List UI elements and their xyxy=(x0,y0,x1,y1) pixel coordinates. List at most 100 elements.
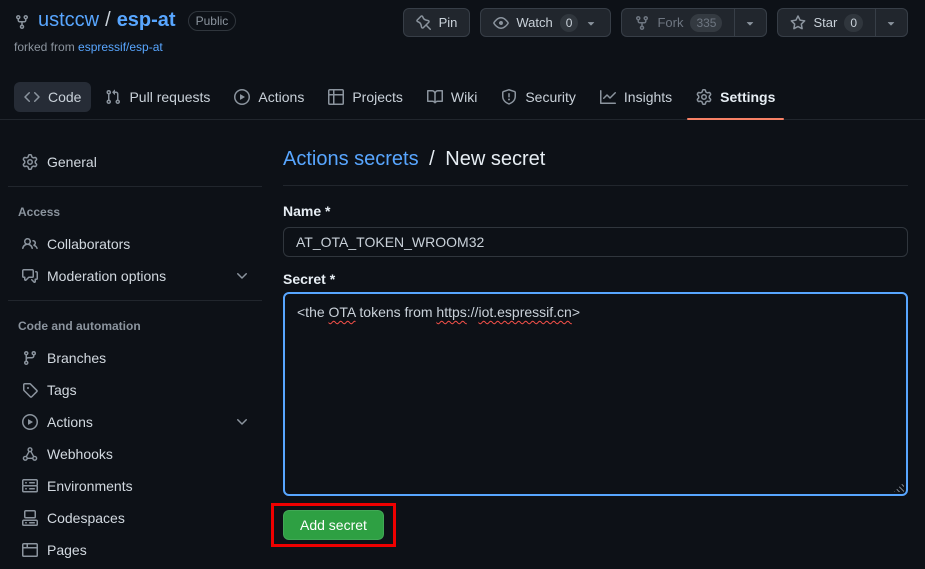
watch-count-badge: 0 xyxy=(560,14,579,32)
play-circle-icon xyxy=(22,414,38,430)
tab-settings[interactable]: Settings xyxy=(686,82,785,112)
tab-wiki[interactable]: Wiki xyxy=(417,82,487,112)
sidebar-item-label: Branches xyxy=(47,350,106,366)
repo-forked-icon xyxy=(14,14,30,30)
play-circle-icon xyxy=(234,89,250,105)
tab-label: Wiki xyxy=(451,89,477,105)
code-icon xyxy=(24,89,40,105)
secret-field-label: Secret * xyxy=(283,271,908,287)
repo-action-buttons: Pin Watch 0 Fork 335 xyxy=(403,8,908,37)
secret-text: :// xyxy=(467,304,479,320)
sidebar-item-actions[interactable]: Actions xyxy=(0,406,270,438)
repo-name-link[interactable]: esp-at xyxy=(117,9,176,32)
forked-from: forked from espressif/esp-at xyxy=(14,40,163,54)
sidebar-item-label: Pages xyxy=(47,542,87,558)
repo-forked-icon xyxy=(634,15,650,31)
forked-from-text: forked from xyxy=(14,40,75,54)
sidebar-item-label: Codespaces xyxy=(47,510,125,526)
sidebar-item-label: General xyxy=(47,154,97,170)
sidebar-item-collaborators[interactable]: Collaborators xyxy=(0,228,270,260)
secret-value-textarea[interactable]: <the OTA tokens from https://iot.espress… xyxy=(283,292,908,496)
tab-code[interactable]: Code xyxy=(14,82,91,112)
pin-button-label: Pin xyxy=(439,15,458,30)
tab-label: Projects xyxy=(352,89,403,105)
comment-discussion-icon xyxy=(22,268,38,284)
pin-button[interactable]: Pin xyxy=(403,8,471,37)
star-count-badge: 0 xyxy=(844,14,863,32)
actions-secrets-link[interactable]: Actions secrets xyxy=(283,148,419,170)
tab-projects[interactable]: Projects xyxy=(318,82,413,112)
tab-actions[interactable]: Actions xyxy=(224,82,314,112)
gear-icon xyxy=(696,89,712,105)
add-secret-button[interactable]: Add secret xyxy=(283,510,384,540)
repo-separator: / xyxy=(105,9,111,32)
eye-icon xyxy=(493,15,509,31)
secret-text: <the xyxy=(297,304,329,320)
projects-table-icon xyxy=(328,89,344,105)
content-divider xyxy=(283,185,908,186)
sidebar-item-branches[interactable]: Branches xyxy=(0,342,270,374)
shield-icon xyxy=(501,89,517,105)
fork-split-button: Fork 335 xyxy=(621,8,767,37)
sidebar-item-pages[interactable]: Pages xyxy=(0,534,270,566)
settings-sidebar: General Access Collaborators Moderation … xyxy=(0,120,270,569)
sidebar-item-label: Actions xyxy=(47,414,93,430)
repo-owner-link[interactable]: ustccw xyxy=(38,9,99,32)
repo-header: ustccw / esp-at Public forked from espre… xyxy=(0,0,925,74)
visibility-badge: Public xyxy=(188,11,237,31)
repo-title-row: ustccw / esp-at Public xyxy=(14,9,236,32)
people-icon xyxy=(22,236,38,252)
forked-from-link[interactable]: espressif/esp-at xyxy=(78,40,163,54)
secret-text: > xyxy=(572,304,580,320)
tab-label: Actions xyxy=(258,89,304,105)
star-button-label: Star xyxy=(813,15,837,30)
breadcrumb: Actions secrets / New secret xyxy=(283,148,908,171)
sidebar-item-moderation-options[interactable]: Moderation options xyxy=(0,260,270,292)
fork-dropdown-button[interactable] xyxy=(734,8,767,37)
chevron-down-icon xyxy=(234,268,250,284)
browser-icon xyxy=(22,542,38,558)
secret-name-input[interactable] xyxy=(283,227,908,257)
server-icon xyxy=(22,478,38,494)
webhook-icon xyxy=(22,446,38,462)
pin-icon xyxy=(416,15,432,31)
repo-tab-nav: Code Pull requests Actions Projects Wiki… xyxy=(0,74,925,120)
gear-icon xyxy=(22,154,38,170)
tab-pull-requests[interactable]: Pull requests xyxy=(95,82,220,112)
tab-label: Insights xyxy=(624,89,672,105)
sidebar-item-environments[interactable]: Environments xyxy=(0,470,270,502)
fork-button[interactable]: Fork 335 xyxy=(621,8,734,37)
repo-title: ustccw / esp-at xyxy=(38,9,176,32)
sidebar-section-header-access: Access xyxy=(0,187,270,228)
triangle-down-icon xyxy=(584,16,598,30)
git-pull-request-icon xyxy=(105,89,121,105)
star-dropdown-button[interactable] xyxy=(875,8,908,37)
sidebar-item-label: Moderation options xyxy=(47,268,166,284)
sidebar-item-codespaces[interactable]: Codespaces xyxy=(0,502,270,534)
tab-label: Settings xyxy=(720,89,775,105)
secret-text-misspelled: OTA xyxy=(329,304,356,320)
tab-security[interactable]: Security xyxy=(491,82,586,112)
tag-icon xyxy=(22,382,38,398)
secret-text-misspelled: https xyxy=(436,304,466,320)
sidebar-item-label: Environments xyxy=(47,478,133,494)
breadcrumb-separator: / xyxy=(429,148,435,170)
sidebar-item-label: Collaborators xyxy=(47,236,130,252)
star-split-button: Star 0 xyxy=(777,8,908,37)
triangle-down-icon xyxy=(743,16,757,30)
triangle-down-icon xyxy=(884,16,898,30)
resize-grip-icon[interactable] xyxy=(894,482,904,492)
sidebar-item-general[interactable]: General xyxy=(0,146,270,178)
git-branch-icon xyxy=(22,350,38,366)
star-button[interactable]: Star 0 xyxy=(777,8,875,37)
annotation-highlight-box: Add secret xyxy=(271,503,396,547)
tab-label: Code xyxy=(48,89,81,105)
star-icon xyxy=(790,15,806,31)
secret-text: tokens from xyxy=(356,304,437,320)
new-secret-panel: Actions secrets / New secret Name * Secr… xyxy=(283,120,908,547)
watch-button[interactable]: Watch 0 xyxy=(480,8,611,37)
tab-insights[interactable]: Insights xyxy=(590,82,682,112)
tab-label: Security xyxy=(525,89,576,105)
sidebar-item-webhooks[interactable]: Webhooks xyxy=(0,438,270,470)
sidebar-item-tags[interactable]: Tags xyxy=(0,374,270,406)
